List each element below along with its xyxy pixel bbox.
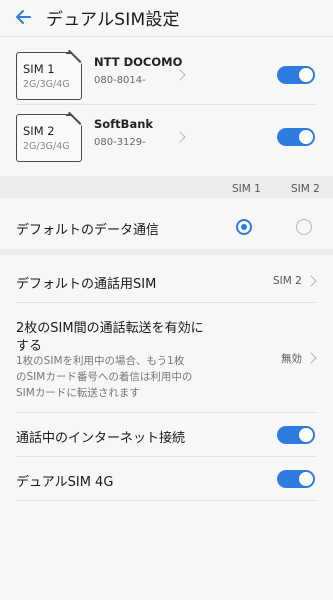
sim1-toggle[interactable] <box>277 66 315 84</box>
dual-4g-toggle[interactable] <box>277 470 315 488</box>
back-arrow-icon[interactable] <box>14 8 32 26</box>
sim2-row[interactable]: SIM 2 2G/3G/4G SoftBank 080-3129- <box>0 111 333 176</box>
default-call-label: デフォルトの通話用SIM <box>16 277 157 292</box>
row-divider <box>16 500 317 501</box>
sim2-number: 080-3129- <box>94 137 146 148</box>
sim2-network: 2G/3G/4G <box>23 141 70 152</box>
column-sim1: SIM 1 <box>232 183 261 195</box>
data-sim2-radio[interactable] <box>296 219 312 235</box>
forwarding-label-2: する <box>16 339 43 354</box>
sim1-carrier: NTT DOCOMO <box>94 55 183 69</box>
header-divider <box>0 36 333 37</box>
default-call-value: SIM 2 <box>273 275 302 287</box>
toggle-knob <box>299 130 313 144</box>
chevron-right-icon <box>174 131 186 143</box>
page-title: デュアルSIM設定 <box>46 9 180 30</box>
row-divider <box>16 302 317 303</box>
internet-during-call-label: 通話中のインターネット接続 <box>16 431 186 446</box>
sim1-name: SIM 1 <box>23 62 55 76</box>
row-divider <box>16 412 317 413</box>
sim2-toggle[interactable] <box>277 128 315 146</box>
forwarding-label-1: 2枚のSIM間の通話転送を有効に <box>16 321 204 336</box>
sim2-name: SIM 2 <box>23 124 55 138</box>
toggle-knob <box>299 428 313 442</box>
forwarding-desc-2: のSIMカード番号への着信は利用中の <box>16 371 193 383</box>
column-header-band <box>0 176 333 198</box>
forwarding-desc-3: SIMカードに転送されます <box>16 387 140 399</box>
row-divider <box>16 104 317 105</box>
toggle-knob <box>299 68 313 82</box>
internet-during-call-toggle[interactable] <box>277 426 315 444</box>
forwarding-value: 無効 <box>281 353 302 365</box>
column-sim2: SIM 2 <box>291 183 320 195</box>
data-sim1-radio[interactable] <box>236 219 252 235</box>
sim2-carrier: SoftBank <box>94 117 154 131</box>
default-data-label: デフォルトのデータ通信 <box>16 223 160 238</box>
title-bar: デュアルSIM設定 <box>0 0 333 34</box>
chevron-right-icon <box>305 352 317 364</box>
chevron-right-icon <box>305 275 317 287</box>
row-divider <box>16 456 317 457</box>
chevron-right-icon <box>174 69 186 81</box>
sim1-number: 080-8014- <box>94 75 146 86</box>
toggle-knob <box>299 472 313 486</box>
sim-card-icon: SIM 1 2G/3G/4G <box>16 52 82 100</box>
section-spacer <box>0 249 333 255</box>
dual-4g-label: デュアルSIM 4G <box>16 475 114 490</box>
sim-card-icon: SIM 2 2G/3G/4G <box>16 114 82 162</box>
forwarding-desc-1: 1枚のSIMを利用中の場合、もう1枚 <box>16 355 185 367</box>
sim1-network: 2G/3G/4G <box>23 79 70 90</box>
